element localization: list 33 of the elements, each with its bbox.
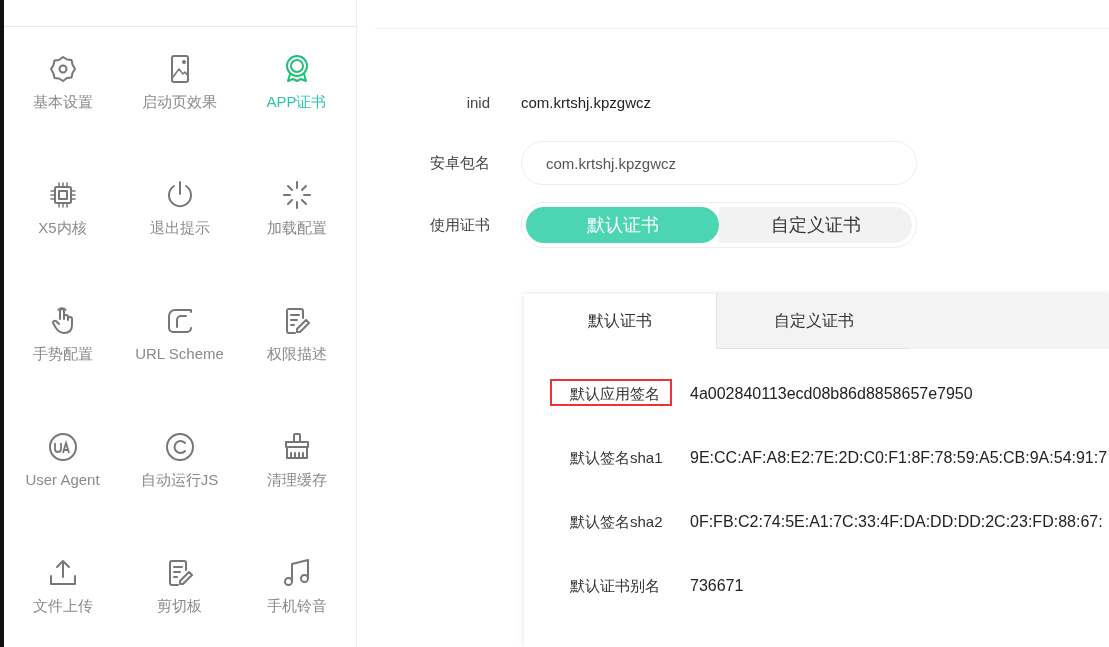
sidebar-item[interactable]: 清理缓存 — [238, 427, 355, 553]
tab[interactable]: 默认证书 — [524, 294, 717, 349]
sidebar-item[interactable]: APP证书 — [238, 49, 355, 175]
sidebar-item[interactable]: 文件上传 — [4, 553, 121, 647]
row-label: 默认签名sha1 — [570, 448, 663, 466]
sidebar-item[interactable]: X5内核 — [4, 175, 121, 301]
loading-icon — [280, 179, 313, 211]
segment-option[interactable]: 自定义证书 — [719, 207, 912, 243]
sidebar-item[interactable]: 退出提示 — [121, 175, 238, 301]
sidebar-item[interactable]: 基本设置 — [4, 49, 121, 175]
row-value: 736671 — [690, 577, 744, 595]
field-label: inid — [465, 93, 490, 111]
row-label: 默认证书别名 — [570, 576, 660, 594]
sidebar-item[interactable]: 手势配置 — [4, 301, 121, 427]
sidebar-item[interactable]: 手机铃音 — [238, 553, 355, 647]
input-field[interactable]: com.krtshj.kpzgwcz — [521, 141, 917, 185]
field-label: 安卓包名 — [429, 153, 490, 173]
row-label: 默认签名sha2 — [570, 512, 663, 530]
sidebar-item[interactable]: 加载配置 — [238, 175, 355, 301]
row-value: 9E:CC:AF:A8:E2:7E:2D:C0:F1:8F:78:59:A5:CB:9A:54:91:7 — [690, 449, 1108, 467]
row-value: 0F:FB:C2:74:5E:A1:7C:33:4F:DA:DD:DD:2C:23:FD:88:67: — [690, 513, 1103, 531]
row-label: 默认应用签名 — [570, 384, 660, 402]
copyright-icon — [163, 431, 196, 463]
sidebar-item[interactable]: 启动页效果 — [121, 49, 238, 175]
sidebar-item[interactable]: 剪切板 — [121, 553, 238, 647]
user-agent-icon — [46, 431, 79, 463]
sidebar-item[interactable]: 自动运行JS — [121, 427, 238, 553]
field-value: com.krtshj.kpzgwcz — [521, 93, 652, 111]
field-label: 使用证书 — [429, 215, 490, 235]
sidebar-item[interactable]: User Agent — [4, 427, 121, 553]
sidebar-item[interactable]: URL Scheme — [121, 301, 238, 427]
row-value: 4a002840113ecd08b86d8858657e7950 — [690, 385, 973, 403]
sidebar-item[interactable]: 权限描述 — [238, 301, 355, 427]
